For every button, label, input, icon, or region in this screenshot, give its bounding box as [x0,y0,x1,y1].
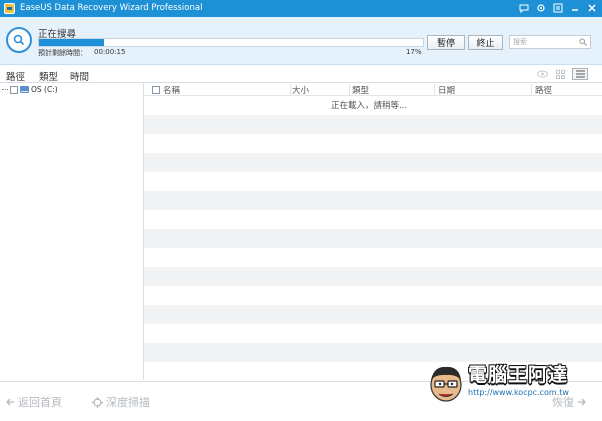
column-type[interactable]: 類型 [352,84,369,96]
scan-progress-fill [39,39,105,46]
list-row-stripe [144,115,602,134]
scan-progress-bar [38,38,424,47]
crosshair-icon [92,396,103,408]
column-separator [531,84,532,95]
deep-scan-label: 深度掃描 [106,396,150,409]
window-title: EaseUS Data Recovery Wizard Professional [20,3,203,13]
thumbnail-view-icon[interactable] [554,69,566,80]
progress-percent: 17% [406,48,422,56]
tab-type[interactable]: 類型 [39,69,58,83]
close-icon[interactable] [586,2,598,14]
list-row-stripe [144,267,602,286]
arrow-left-icon [6,398,14,406]
tree-item-os-drive[interactable]: OS (C:) [2,85,58,94]
window-controls [518,2,598,14]
deep-scan-button[interactable]: 深度掃描 [92,394,150,410]
view-tabs: 路徑 類型 時間 [0,66,602,86]
loading-message: 正在載入，請稍等... [331,101,408,111]
list-row-stripe [144,191,602,210]
watermark-url: http://www.kocpc.com.tw [468,388,569,397]
tree-item-label: OS (C:) [31,85,58,94]
mascot-face-icon [430,366,462,402]
feedback-icon[interactable] [518,2,530,14]
tab-time[interactable]: 時間 [70,69,89,83]
scan-status-icon [6,27,32,53]
search-input[interactable]: 搜索 [509,35,591,49]
remaining-time-value: 00:00:15 [94,48,126,56]
hard-drive-icon [20,86,29,93]
tree-connector [2,89,8,90]
column-path[interactable]: 路徑 [535,84,552,96]
back-home-label: 返回首頁 [18,396,62,409]
watermark-title: 電腦王阿達 [468,364,569,386]
preview-eye-icon[interactable] [536,69,548,80]
list-view-icon[interactable] [572,68,588,80]
column-separator [290,84,291,95]
select-all-checkbox[interactable] [152,86,160,94]
site-watermark: 電腦王阿達 http://www.kocpc.com.tw [424,356,598,408]
scan-header: 正在搜尋 預計剩餘時間： 00:00:15 17% 暫停 終止 搜索 [0,17,602,65]
list-row-stripe [144,153,602,172]
back-home-button[interactable]: 返回首頁 [5,394,62,410]
list-header: 名稱 大小 類型 日期 路徑 [144,83,602,96]
column-separator [349,84,350,95]
app-logo-icon [4,3,15,14]
title-bar: EaseUS Data Recovery Wizard Professional [0,0,602,17]
pause-button[interactable]: 暫停 [427,35,465,50]
tree-item-checkbox[interactable] [10,85,18,94]
stop-button[interactable]: 終止 [468,35,503,50]
column-size[interactable]: 大小 [292,84,309,96]
file-list: 名稱 大小 類型 日期 路徑 正在載入，請稍等... [144,83,602,380]
remaining-time-label: 預計剩餘時間： [38,49,87,57]
minimize-icon[interactable] [569,2,581,14]
list-rows [144,96,602,380]
settings-icon[interactable] [535,2,547,14]
list-row-stripe [144,305,602,324]
menu-icon[interactable] [552,2,564,14]
search-icon [579,38,587,46]
view-mode-switcher [536,68,588,80]
column-date[interactable]: 日期 [438,84,455,96]
search-placeholder: 搜索 [513,38,527,46]
column-separator [434,84,435,95]
list-row-stripe [144,229,602,248]
column-name-label: 名稱 [163,86,181,96]
column-name[interactable]: 名稱 [152,84,180,96]
folder-tree: OS (C:) [0,83,144,380]
